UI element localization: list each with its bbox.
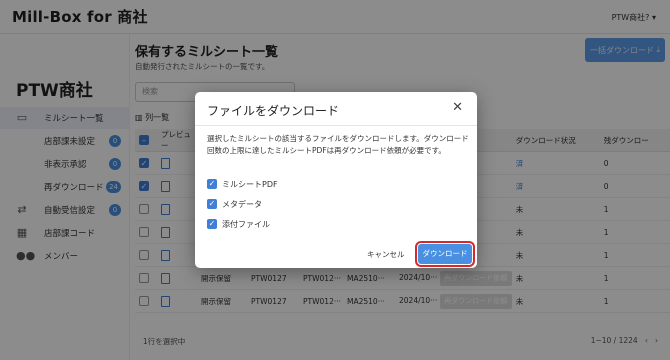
download-dialog: ファイルをダウンロード ✕ 選択したミルシートの該当するファイルをダウンロードし… <box>195 92 477 268</box>
option-label: メタデータ <box>222 200 262 209</box>
option-metadata[interactable]: ✓ メタデータ <box>207 199 407 211</box>
checkbox-checked-icon[interactable]: ✓ <box>207 199 217 209</box>
divider <box>195 125 477 126</box>
checkbox-checked-icon[interactable]: ✓ <box>207 179 217 189</box>
checkbox-checked-icon[interactable]: ✓ <box>207 219 217 229</box>
option-label: ミルシートPDF <box>222 180 278 189</box>
close-icon[interactable]: ✕ <box>452 100 463 115</box>
cancel-button[interactable]: キャンセル <box>367 249 405 260</box>
option-millsheet-pdf[interactable]: ✓ ミルシートPDF <box>207 179 407 191</box>
dialog-title: ファイルをダウンロード <box>207 104 340 118</box>
option-label: 添付ファイル <box>222 220 270 229</box>
dialog-description: 選択したミルシートの該当するファイルをダウンロードします。ダウンロード回数の上限… <box>207 134 469 155</box>
download-button[interactable]: ダウンロード <box>415 241 475 267</box>
option-attachments[interactable]: ✓ 添付ファイル <box>207 219 407 231</box>
